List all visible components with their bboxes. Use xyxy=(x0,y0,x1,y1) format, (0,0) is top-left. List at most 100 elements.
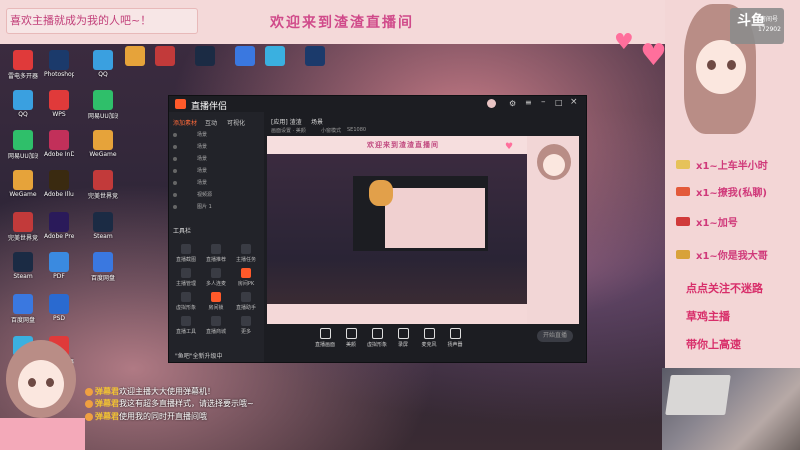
tool-button[interactable]: 房间锁 xyxy=(203,292,229,311)
room-id: 172902 xyxy=(758,26,781,33)
desktop-icon[interactable]: WPS xyxy=(44,90,74,118)
desktop-icon-label: PSD xyxy=(52,315,66,322)
scene-item[interactable]: 图片 1 xyxy=(173,202,259,212)
live-preview: 欢迎来到渣渣直播间 ♥ xyxy=(267,136,579,328)
tool-button[interactable]: 直播工具 xyxy=(173,316,199,335)
maximize-icon[interactable]: □ xyxy=(555,98,563,107)
bottom-tool-label: 直播画面 xyxy=(314,342,335,348)
desktop-icon-label: 百度网盘 xyxy=(10,317,35,324)
desktop-icon[interactable] xyxy=(300,46,330,66)
preview-tab-scene[interactable]: 场景 xyxy=(311,117,323,126)
desktop-icon[interactable]: 雷电多开器 xyxy=(8,50,38,80)
minimize-icon[interactable]: – xyxy=(541,97,546,107)
desktop-icon[interactable]: Steam xyxy=(88,212,118,240)
scene-label: 场景 xyxy=(197,180,208,186)
bottom-tool-button[interactable]: 美颜 xyxy=(339,328,363,348)
desktop-icon[interactable]: Photoshop xyxy=(44,50,74,78)
desktop-icon[interactable]: Steam xyxy=(8,252,38,280)
scene-item[interactable]: 视频源 xyxy=(173,190,259,200)
start-live-button[interactable]: 开始直播 xyxy=(537,330,573,342)
bottom-tool-label: 麦克风 xyxy=(421,342,437,348)
tool-icon xyxy=(181,316,191,326)
tool-button[interactable]: 主播任务 xyxy=(233,244,259,263)
desktop-icon[interactable]: WeGame xyxy=(8,170,38,198)
scene-item[interactable]: 场景 xyxy=(173,178,259,188)
bottom-tool-button[interactable]: 扬声器 xyxy=(443,328,467,348)
tool-button[interactable]: 多人连麦 xyxy=(203,268,229,287)
menu-icon[interactable]: ≡ xyxy=(525,98,532,107)
gift-line: x1~撩我(私聊) xyxy=(696,188,767,199)
desktop-icon[interactable]: 网易UU加速 xyxy=(88,90,118,120)
desktop-icon[interactable]: 完美世界竞技 xyxy=(8,212,38,242)
desktop-icon[interactable]: Adobe Premi xyxy=(44,212,74,240)
eye-icon[interactable] xyxy=(173,157,177,161)
desktop-icon[interactable]: QQ xyxy=(88,50,118,78)
desktop-icon[interactable]: WeGame xyxy=(88,130,118,158)
eye-icon[interactable] xyxy=(173,133,177,137)
desktop-icon[interactable] xyxy=(190,46,220,66)
preview-sub-settings[interactable]: 画面设置 · 美颜 xyxy=(271,127,306,134)
tool-icon xyxy=(241,292,251,302)
tool-label: 直播推荐 xyxy=(205,257,226,263)
desktop-icon[interactable]: Adobe Illustr xyxy=(44,170,74,198)
scene-item[interactable]: 场景 xyxy=(173,154,259,164)
eye-icon[interactable] xyxy=(173,169,177,173)
scene-item[interactable]: 场景 xyxy=(173,142,259,152)
desktop-icon-label: 网易UU加速 xyxy=(8,153,38,160)
tab-visual[interactable]: 可视化 xyxy=(227,118,245,127)
tab-interact[interactable]: 互动 xyxy=(205,118,217,127)
settings-icon[interactable]: ⚙ xyxy=(509,99,516,108)
chat-avatar-icon xyxy=(85,399,93,408)
scene-item[interactable]: 场景 xyxy=(173,166,259,176)
chat-message: 弹幕君我这有超多直播样式，请选择要示哦~ xyxy=(85,398,254,409)
close-icon[interactable]: × xyxy=(570,97,578,107)
bottom-tool-button[interactable]: 虚拟形象 xyxy=(365,328,389,348)
desktop-icon[interactable]: 百度网盘 xyxy=(88,252,118,282)
eye-icon[interactable] xyxy=(173,193,177,197)
preview-sub-mini[interactable]: 小窗模式 xyxy=(321,127,341,134)
desktop-icon[interactable] xyxy=(260,46,290,66)
avatar[interactable] xyxy=(487,99,496,108)
app-icon xyxy=(13,252,33,272)
desktop-icon-label: QQ xyxy=(98,71,108,78)
bottom-tool-button[interactable]: 麦克风 xyxy=(417,328,441,348)
desktop-icon[interactable] xyxy=(120,46,150,66)
tool-button[interactable]: 直播助手 xyxy=(233,292,259,311)
bottom-tool-button[interactable]: 直播画面 xyxy=(313,328,337,348)
desktop-icon[interactable]: 完美世界竞技 xyxy=(88,170,118,200)
preview-tab-app[interactable]: [应用] 渣渣 xyxy=(271,117,302,126)
tab-add-source[interactable]: 添加素材 xyxy=(173,118,197,127)
desktop-icon-label: 雷电多开器 xyxy=(8,73,38,80)
bottom-tool-label: 虚拟形象 xyxy=(366,342,387,348)
footer-hint[interactable]: "鱼吧"全新升级中 xyxy=(175,351,223,360)
tool-button[interactable]: 直播商城 xyxy=(203,316,229,335)
desktop-icon[interactable] xyxy=(150,46,180,66)
tool-button[interactable]: 虚拟形象 xyxy=(173,292,199,311)
tool-button[interactable]: 主播管理 xyxy=(173,268,199,287)
bottom-tool-icon xyxy=(423,328,435,339)
tool-button[interactable]: 直播推荐 xyxy=(203,244,229,263)
desktop-icon[interactable]: PDF xyxy=(44,252,74,280)
desktop-icon[interactable]: PSD xyxy=(44,294,74,322)
desktop-icon[interactable]: Adobe InDe xyxy=(44,130,74,158)
tool-button[interactable]: 房间PK xyxy=(233,268,259,287)
eye-icon[interactable] xyxy=(173,205,177,209)
character-sticker xyxy=(369,180,393,206)
app-name: 直播伴侣 xyxy=(191,102,228,112)
desktop-icon[interactable]: QQ xyxy=(8,90,38,118)
desktop-icon-label: PDF xyxy=(53,273,65,280)
tool-button[interactable]: 直播截图 xyxy=(173,244,199,263)
eye-icon[interactable] xyxy=(173,181,177,185)
desktop-icon[interactable]: 百度网盘 xyxy=(8,294,38,324)
streaming-app-window[interactable]: 直播伴侣 ⚙ ≡ – □ × 添加素材 互动 可视化 场景 场景 场景 场景 场景 视频源… xyxy=(168,95,587,363)
app-icon xyxy=(265,46,285,66)
chat-message: 弹幕君欢迎主播大大使用弹幕机！ xyxy=(85,386,215,397)
tool-button[interactable]: 更多 xyxy=(233,316,259,335)
bottom-tool-button[interactable]: 录屏 xyxy=(391,328,415,348)
app-icon xyxy=(155,46,175,66)
scene-item[interactable]: 场景 xyxy=(173,130,259,140)
eye-icon[interactable] xyxy=(173,145,177,149)
desktop-icon[interactable]: 网易UU加速 xyxy=(8,130,38,160)
tool-icon xyxy=(181,244,191,254)
desktop-icon[interactable] xyxy=(230,46,260,66)
